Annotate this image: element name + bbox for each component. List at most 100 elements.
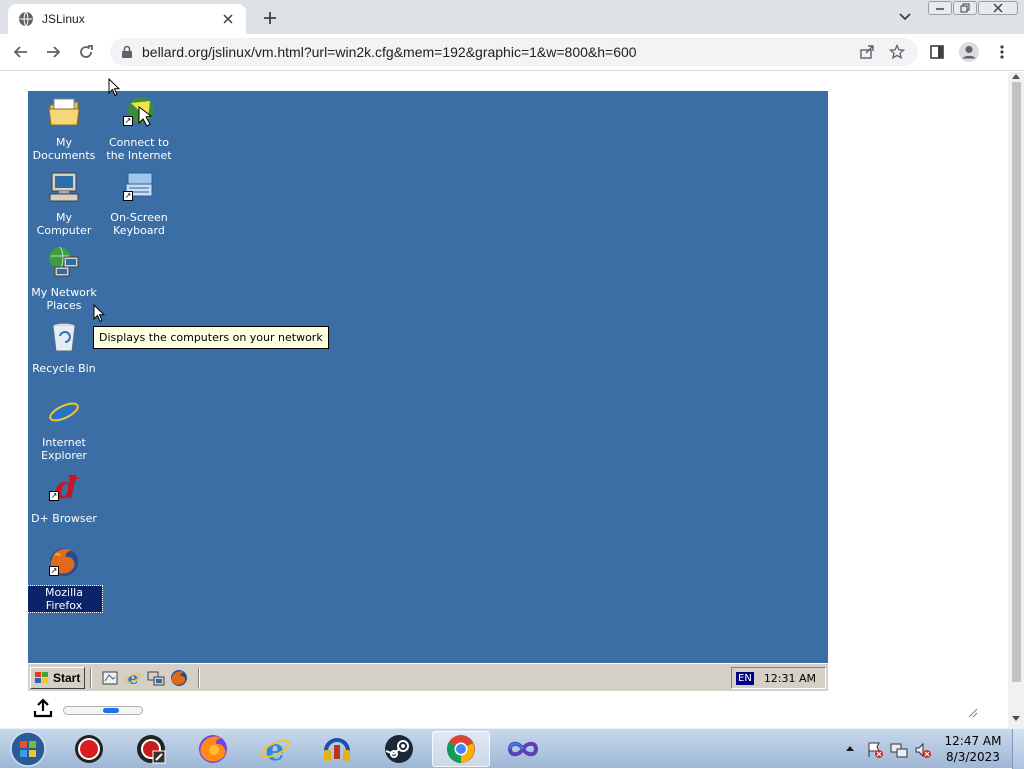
side-panel-icon [930, 45, 944, 59]
chevron-down-icon [899, 13, 911, 21]
reload-icon [80, 45, 93, 58]
scrollbar-thumb[interactable] [1012, 82, 1021, 682]
mouse-cursor-icon [108, 78, 120, 97]
arrow-left-icon [13, 46, 27, 58]
url-text[interactable]: bellard.org/jslinux/vm.html?url=win2k.cf… [142, 44, 848, 60]
page-scrollbar[interactable] [1008, 72, 1024, 728]
show-hidden-icons-icon[interactable] [846, 745, 854, 751]
upload-icon[interactable] [32, 697, 54, 719]
host-start-orb-icon[interactable] [4, 730, 48, 768]
network-icon[interactable] [147, 669, 165, 687]
resize-grip-icon[interactable] [966, 706, 978, 718]
start-label: Start [53, 671, 81, 685]
desktop-icon-connect-internet[interactable]: ↗ Connect to the Internet [101, 93, 177, 162]
start-button[interactable]: Start [30, 667, 85, 689]
restore-button[interactable] [953, 1, 977, 15]
shortcut-arrow-icon: ↗ [123, 116, 133, 126]
chrome-icon [447, 735, 475, 763]
host-app-infinity[interactable] [496, 731, 550, 767]
internet-explorer-icon[interactable]: e [124, 669, 142, 687]
star-icon [889, 44, 905, 60]
lock-icon[interactable] [120, 45, 134, 59]
desktop-icon-my-documents[interactable]: My Documents [28, 93, 102, 162]
browser-tab[interactable]: JSLinux [8, 4, 246, 34]
language-indicator[interactable]: EN [736, 671, 754, 685]
system-tray: EN 12:31 AM [731, 667, 826, 689]
host-time: 12:47 AM [944, 734, 1002, 748]
vm-clock[interactable]: 12:31 AM [764, 672, 816, 685]
menu-button[interactable] [989, 39, 1015, 65]
host-clock[interactable]: 12:47 AM 8/3/2023 [940, 733, 1006, 765]
host-app-steam[interactable] [372, 731, 426, 767]
taskbar-separator [198, 668, 200, 688]
tab-strip: JSLinux [0, 0, 1024, 34]
minimize-icon [936, 8, 944, 10]
scroll-down-icon[interactable] [1012, 716, 1020, 721]
shortcut-arrow-icon: ↗ [49, 566, 59, 576]
vm-taskbar: Start e EN 12:31 AM [28, 663, 828, 691]
action-center-flag-icon[interactable] [866, 741, 884, 759]
firefox-icon[interactable] [170, 669, 188, 687]
vm-desktop[interactable]: My Documents ↗ Connect to the Internet M… [28, 91, 828, 663]
desktop-icon-recycle-bin[interactable]: Recycle Bin [28, 318, 102, 375]
desktop-icon-d-plus-browser[interactable]: d + ↗ D+ Browser [28, 468, 102, 525]
plus-icon [264, 12, 276, 24]
desktop-icon-internet-explorer[interactable]: e Internet Explorer [28, 393, 102, 462]
internet-explorer-icon: e [49, 394, 79, 432]
desktop-icon-my-computer[interactable]: My Computer [28, 168, 102, 237]
forward-button[interactable] [40, 39, 66, 65]
icon-label: My Documents [32, 136, 96, 162]
tab-title: JSLinux [42, 12, 85, 26]
host-app-internet-explorer[interactable]: e [248, 731, 302, 767]
avatar [959, 42, 979, 62]
icon-label: On-Screen Keyboard [110, 211, 168, 237]
back-button[interactable] [8, 39, 34, 65]
scroll-up-icon[interactable] [1012, 74, 1020, 79]
svg-text:e: e [265, 733, 284, 765]
volume-muted-icon[interactable] [914, 741, 932, 759]
icon-label: My Computer [36, 211, 92, 237]
desktop-icon-my-network-places[interactable]: My Network Places [28, 243, 102, 312]
windows-logo-icon [35, 672, 48, 683]
recycle-bin-icon [52, 322, 76, 352]
svg-text:e: e [54, 395, 74, 429]
host-app-obs[interactable] [124, 731, 178, 767]
firefox-icon [199, 735, 227, 763]
close-window-button[interactable] [978, 1, 1018, 15]
computer-icon [49, 172, 79, 202]
host-date: 8/3/2023 [946, 750, 1000, 764]
host-app-record[interactable] [62, 731, 116, 767]
address-bar[interactable]: bellard.org/jslinux/vm.html?url=win2k.cf… [110, 38, 918, 66]
internet-explorer-icon: e [260, 733, 290, 765]
side-panel-button[interactable] [924, 39, 950, 65]
show-desktop-button[interactable] [1012, 729, 1024, 769]
desktop-icon-on-screen-keyboard[interactable]: ↗ On-Screen Keyboard [101, 168, 177, 237]
browser-toolbar: bellard.org/jslinux/vm.html?url=win2k.cf… [0, 34, 1024, 71]
network-places-icon [49, 246, 79, 277]
bookmark-button[interactable] [886, 41, 908, 63]
host-app-firefox[interactable] [186, 731, 240, 767]
profile-button[interactable] [956, 39, 982, 65]
icon-label: Mozilla Firefox [28, 585, 103, 613]
record-icon [75, 735, 103, 763]
network-status-icon[interactable] [890, 741, 908, 759]
tab-close-icon[interactable] [220, 11, 236, 27]
desktop-icon-mozilla-firefox[interactable]: ↗ Mozilla Firefox [28, 543, 103, 613]
restore-icon [960, 3, 970, 13]
tab-search-button[interactable] [894, 6, 916, 28]
svg-text:+: + [70, 471, 80, 485]
host-taskbar: e 12:47 AM 8/3/2023 [0, 728, 1024, 769]
shortcut-arrow-icon: ↗ [49, 491, 59, 501]
svg-text:e: e [128, 669, 139, 687]
infinity-icon [507, 741, 539, 757]
arrow-right-icon [47, 46, 61, 58]
minimize-button[interactable] [928, 1, 952, 15]
host-app-audio[interactable] [310, 731, 364, 767]
share-button[interactable] [856, 41, 878, 63]
reload-button[interactable] [73, 39, 99, 65]
icon-label: D+ Browser [31, 512, 97, 525]
upload-progress-bar [63, 706, 143, 715]
new-tab-button[interactable] [258, 6, 282, 30]
show-desktop-icon[interactable] [101, 669, 119, 687]
host-app-chrome[interactable] [432, 731, 490, 767]
